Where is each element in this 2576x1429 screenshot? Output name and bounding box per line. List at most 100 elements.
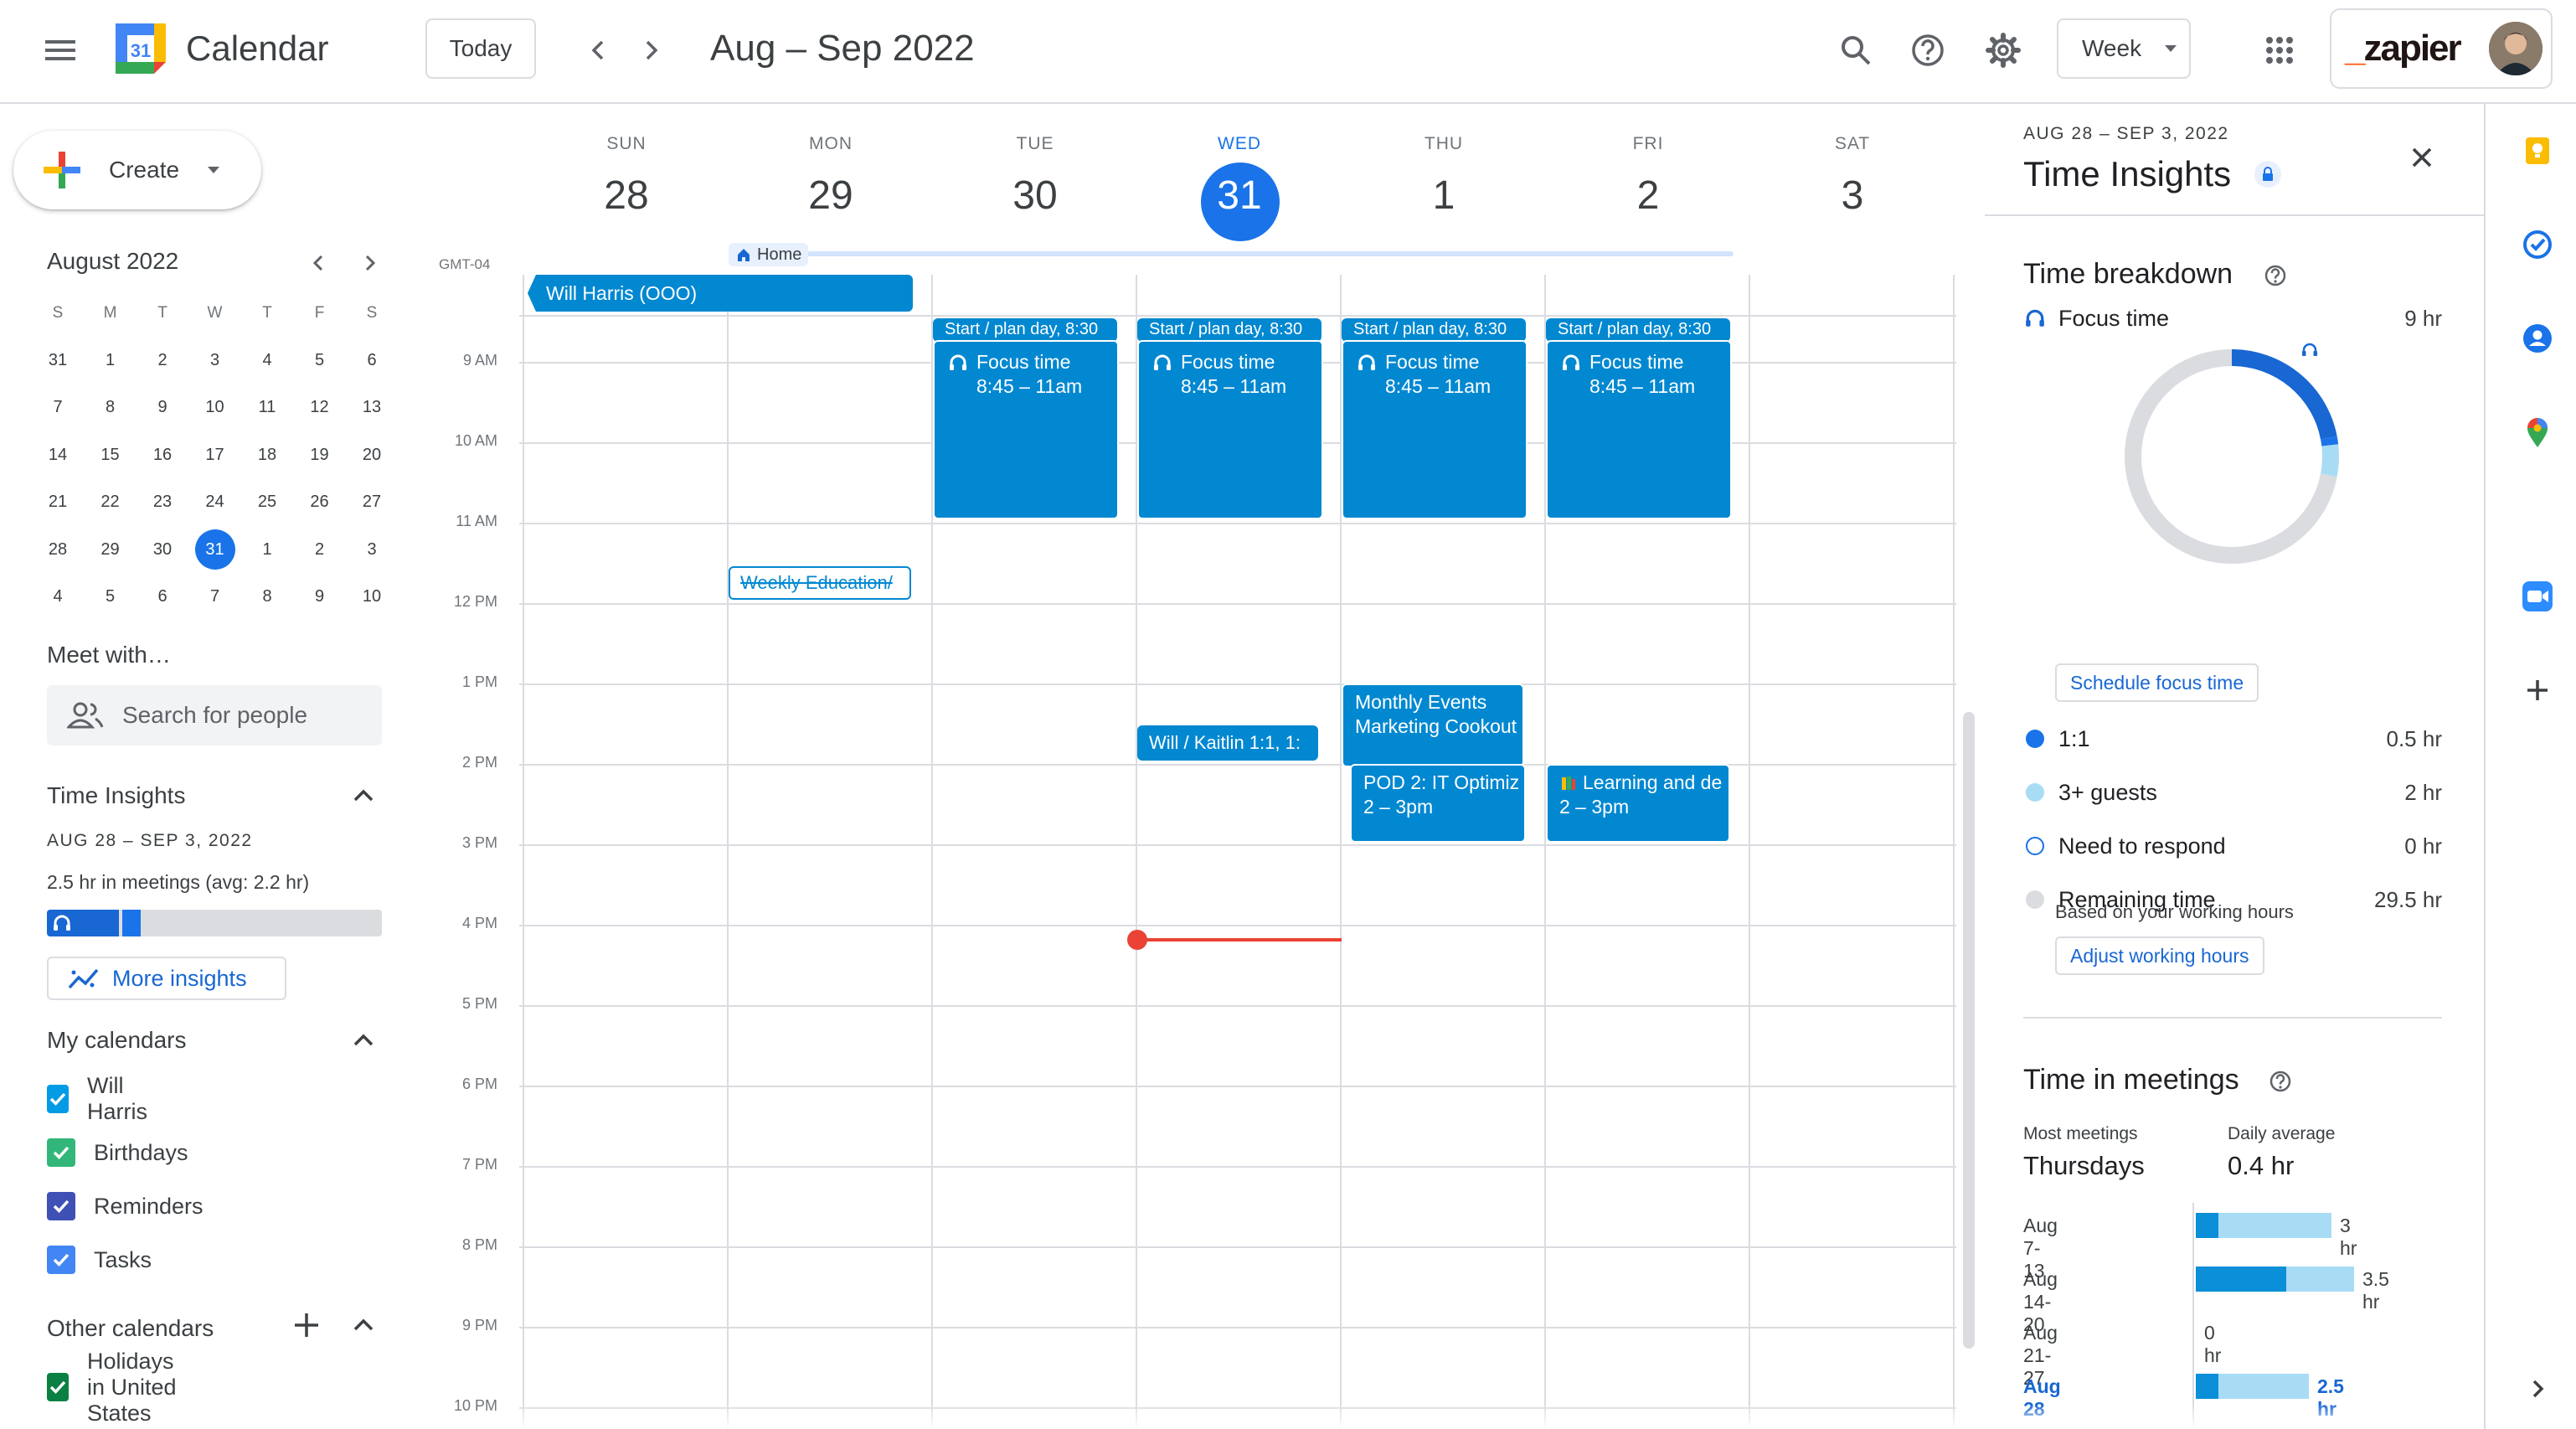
maps-icon[interactable] xyxy=(2521,415,2554,449)
other-calendars-collapse-button[interactable] xyxy=(347,1308,380,1342)
mini-calendar-day[interactable]: 5 xyxy=(90,577,131,617)
avatar[interactable] xyxy=(2489,22,2543,75)
week-bar[interactable] xyxy=(2196,1266,2354,1292)
mini-calendar-day[interactable]: 9 xyxy=(300,577,340,617)
mini-calendar-day[interactable]: 14 xyxy=(38,435,78,475)
mini-calendar-day[interactable]: 9 xyxy=(142,388,183,428)
calendar-item[interactable]: Holidays in United States xyxy=(47,1349,181,1426)
mini-calendar-day[interactable]: 27 xyxy=(352,482,392,523)
calendar-item[interactable]: Tasks xyxy=(47,1243,152,1277)
day-number[interactable]: 28 xyxy=(559,164,693,228)
checkbox[interactable] xyxy=(47,1085,69,1113)
event-start-plan-day[interactable]: Start / plan day, 8:30 xyxy=(1137,318,1321,342)
mini-calendar-day[interactable]: 13 xyxy=(352,388,392,428)
mini-calendar-day[interactable]: 4 xyxy=(247,340,287,380)
legend-need-to-respond[interactable]: Need to respond 0 hr xyxy=(2023,829,2442,863)
event-start-plan-day[interactable]: Start / plan day, 8:30 xyxy=(1546,318,1730,342)
mini-calendar-day[interactable]: 5 xyxy=(300,340,340,380)
google-apps-button[interactable] xyxy=(2258,28,2301,72)
mini-calendar-day[interactable]: 10 xyxy=(195,388,235,428)
mini-calendar-next-button[interactable] xyxy=(355,248,385,278)
main-menu-button[interactable] xyxy=(37,27,84,74)
schedule-focus-time-button[interactable]: Schedule focus time xyxy=(2055,663,2259,702)
donut-guests-segment[interactable] xyxy=(2320,444,2339,477)
expand-rail-icon[interactable] xyxy=(2521,1372,2554,1406)
day-number[interactable]: 29 xyxy=(764,164,898,228)
mini-calendar-day[interactable]: 31 xyxy=(38,340,78,380)
day-number[interactable]: 30 xyxy=(968,164,1102,228)
event-pod2-it-optimization[interactable]: POD 2: IT Optimiz 2 – 3pm xyxy=(1350,764,1526,843)
day-number[interactable]: 2 xyxy=(1581,164,1715,228)
day-number[interactable]: 3 xyxy=(1785,164,1919,228)
mini-calendar-day[interactable]: 2 xyxy=(142,340,183,380)
time-in-meetings-help-icon[interactable] xyxy=(2268,1069,2293,1094)
event-monthly-events-cookout[interactable]: Monthly Events Marketing Cookout xyxy=(1342,684,1524,767)
keep-icon[interactable] xyxy=(2521,134,2554,168)
mini-calendar-day[interactable]: 20 xyxy=(352,435,392,475)
mini-calendar-day[interactable]: 6 xyxy=(142,577,183,617)
time-insights-bar[interactable] xyxy=(47,910,382,936)
time-breakdown-donut-chart[interactable] xyxy=(2117,342,2347,571)
working-location-chip[interactable]: Home xyxy=(729,243,809,266)
checkbox[interactable] xyxy=(47,1138,75,1167)
mini-calendar-day[interactable]: 28 xyxy=(38,529,78,570)
legend-focus-time[interactable]: Focus time 9 hr xyxy=(2023,302,2442,335)
calendar-item[interactable]: Birthdays xyxy=(47,1136,188,1169)
contacts-icon[interactable] xyxy=(2521,322,2554,355)
mini-calendar-day[interactable]: 29 xyxy=(90,529,131,570)
mini-calendar-day[interactable]: 3 xyxy=(352,529,392,570)
event-focus-time[interactable]: Focus time 8:45 – 11am xyxy=(1546,340,1732,519)
mini-calendar-day[interactable]: 22 xyxy=(90,482,131,523)
add-other-calendar-button[interactable] xyxy=(290,1308,323,1342)
mini-calendar-day[interactable]: 21 xyxy=(38,482,78,523)
settings-button[interactable] xyxy=(1981,28,2025,72)
calendar-item[interactable]: Will Harris xyxy=(47,1073,154,1124)
week-bar[interactable] xyxy=(2196,1374,2309,1399)
my-calendars-collapse-button[interactable] xyxy=(347,1024,380,1057)
checkbox[interactable] xyxy=(47,1373,69,1401)
time-breakdown-help-icon[interactable] xyxy=(2263,263,2288,288)
event-will-kaitlin-1-1[interactable]: Will / Kaitlin 1:1, 1: xyxy=(1137,725,1318,761)
mini-calendar-day[interactable]: 7 xyxy=(38,388,78,428)
help-button[interactable] xyxy=(1906,28,1950,72)
search-button[interactable] xyxy=(1834,28,1878,72)
previous-week-button[interactable] xyxy=(578,30,618,70)
mini-calendar-day[interactable]: 16 xyxy=(142,435,183,475)
view-selector[interactable]: Week xyxy=(2057,18,2191,79)
event-start-plan-day[interactable]: Start / plan day, 8:30 xyxy=(1342,318,1526,342)
event-learning-and-development[interactable]: Learning and de 2 – 3pm xyxy=(1546,764,1730,843)
day-number[interactable]: 31 xyxy=(1172,164,1306,228)
mini-calendar-day[interactable]: 2 xyxy=(300,529,340,570)
people-search-input[interactable]: Search for people xyxy=(47,685,382,745)
checkbox[interactable] xyxy=(47,1246,75,1274)
more-insights-button[interactable]: More insights xyxy=(47,957,286,1000)
event-weekly-education[interactable]: Weekly Education/ xyxy=(729,566,911,600)
mini-calendar-day[interactable]: 12 xyxy=(300,388,340,428)
create-button[interactable]: Create xyxy=(13,131,261,209)
mini-calendar-day[interactable]: 6 xyxy=(352,340,392,380)
mini-calendar-day[interactable]: 11 xyxy=(247,388,287,428)
add-addon-icon[interactable] xyxy=(2521,673,2554,707)
zoom-icon[interactable] xyxy=(2521,580,2554,613)
donut-one-on-one-segment[interactable] xyxy=(2321,436,2339,446)
tasks-icon[interactable] xyxy=(2521,228,2554,261)
mini-calendar-day[interactable]: 8 xyxy=(247,577,287,617)
mini-calendar-day[interactable]: 31 xyxy=(194,529,235,570)
adjust-working-hours-button[interactable]: Adjust working hours xyxy=(2055,936,2264,975)
mini-calendar-day[interactable]: 1 xyxy=(90,340,131,380)
mini-calendar-day[interactable]: 3 xyxy=(195,340,235,380)
legend-one-on-one[interactable]: 1:1 0.5 hr xyxy=(2023,722,2442,756)
mini-calendar-day[interactable]: 18 xyxy=(247,435,287,475)
legend-guests[interactable]: 3+ guests 2 hr xyxy=(2023,776,2442,809)
mini-calendar-day[interactable]: 26 xyxy=(300,482,340,523)
event-focus-time[interactable]: Focus time 8:45 – 11am xyxy=(1137,340,1323,519)
all-day-event-ooo[interactable]: Will Harris (OOO) xyxy=(528,275,913,312)
mini-calendar-previous-button[interactable] xyxy=(303,248,333,278)
mini-calendar-day[interactable]: 15 xyxy=(90,435,131,475)
event-focus-time[interactable]: Focus time 8:45 – 11am xyxy=(933,340,1119,519)
mini-calendar-day[interactable]: 24 xyxy=(195,482,235,523)
time-insights-collapse-button[interactable] xyxy=(347,779,380,813)
mini-calendar-day[interactable]: 30 xyxy=(142,529,183,570)
mini-calendar-day[interactable]: 19 xyxy=(300,435,340,475)
close-insights-button[interactable] xyxy=(2403,139,2440,176)
